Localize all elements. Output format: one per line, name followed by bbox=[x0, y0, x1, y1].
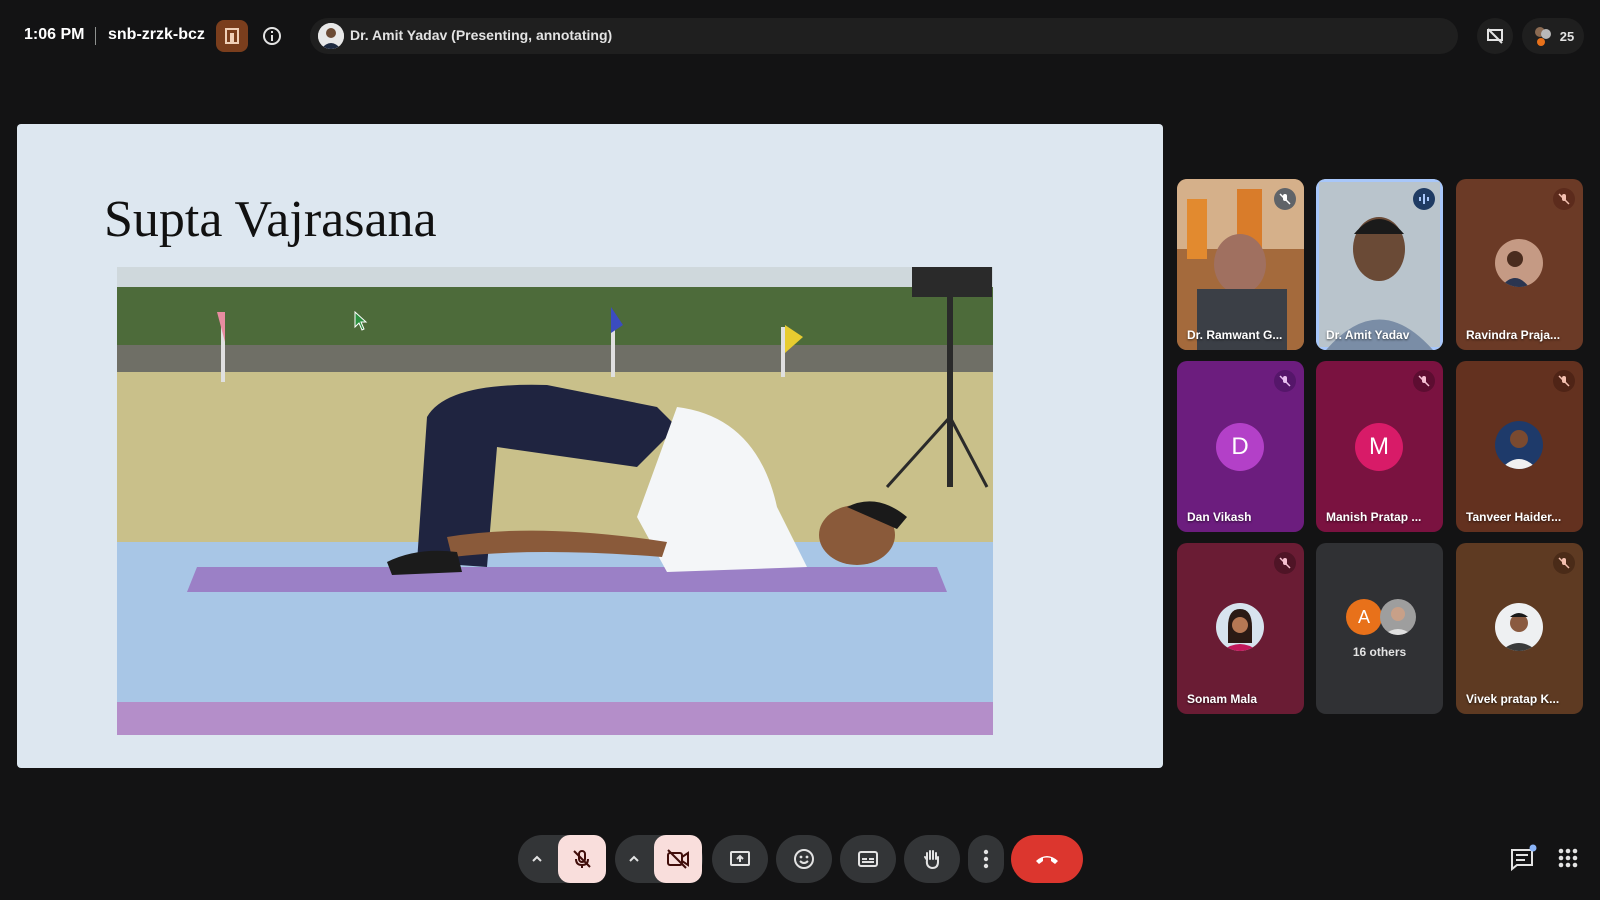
participant-tile[interactable]: D Dan Vikash bbox=[1177, 361, 1304, 532]
presenter-status-text: Dr. Amit Yadav (Presenting, annotating) bbox=[350, 27, 613, 43]
participant-tile[interactable]: Tanveer Haider... bbox=[1456, 361, 1583, 532]
participant-name: Manish Pratap ... bbox=[1326, 510, 1422, 524]
presentation-off-icon bbox=[1487, 28, 1503, 44]
people-avatars-icon bbox=[1534, 27, 1551, 46]
people-button[interactable]: 25 bbox=[1522, 18, 1584, 54]
meeting-info-icon[interactable] bbox=[262, 26, 282, 46]
mic-off-indicator bbox=[1413, 370, 1435, 392]
chat-button[interactable] bbox=[1502, 838, 1542, 878]
participant-tile-active-speaker[interactable]: Dr. Amit Yadav bbox=[1316, 179, 1443, 350]
others-photo-avatar bbox=[1380, 599, 1416, 635]
mic-off-indicator bbox=[1274, 370, 1296, 392]
captions-button[interactable] bbox=[840, 835, 896, 883]
apps-grid-icon bbox=[1558, 848, 1578, 868]
presentation-button[interactable] bbox=[1477, 18, 1513, 54]
participant-name: Dr. Ramwant G... bbox=[1187, 328, 1283, 342]
raise-hand-button[interactable] bbox=[904, 835, 960, 883]
mic-off-icon bbox=[1279, 193, 1291, 205]
mic-off-icon bbox=[1418, 375, 1430, 387]
mic-off-icon bbox=[573, 850, 591, 868]
mic-off-indicator bbox=[1553, 552, 1575, 574]
participant-count: 25 bbox=[1559, 28, 1575, 44]
clock: 1:06 PM bbox=[24, 26, 85, 43]
top-bar: 1:06 PM snb-zrzk-bcz Dr. Amit Yadav (Pre… bbox=[0, 0, 1600, 70]
presentation-slide: Supta Vajrasana bbox=[17, 124, 1163, 768]
participant-name: Tanveer Haider... bbox=[1466, 510, 1562, 524]
control-bar bbox=[0, 820, 1600, 900]
present-screen-button[interactable] bbox=[712, 835, 768, 883]
annotation-cursor-icon bbox=[354, 311, 368, 331]
leave-call-button[interactable] bbox=[1011, 835, 1083, 883]
participant-name: Ravindra Praja... bbox=[1466, 328, 1561, 342]
participant-tile[interactable]: Dr. Ramwant G... bbox=[1177, 179, 1304, 350]
participant-avatar bbox=[1495, 421, 1543, 469]
chat-icon bbox=[1511, 844, 1537, 872]
participant-tile[interactable]: Sonam Mala bbox=[1177, 543, 1304, 714]
participant-initial-avatar: M bbox=[1355, 423, 1403, 471]
participant-name: Sonam Mala bbox=[1187, 692, 1258, 706]
participant-tile[interactable]: M Manish Pratap ... bbox=[1316, 361, 1443, 532]
participant-tile[interactable]: Vivek pratap K... bbox=[1456, 543, 1583, 714]
others-initial-avatar: A bbox=[1346, 599, 1382, 635]
speaking-indicator bbox=[1413, 188, 1435, 210]
activities-button[interactable] bbox=[1548, 838, 1588, 878]
mic-off-icon bbox=[1558, 375, 1570, 387]
camera-toggle-button[interactable] bbox=[654, 835, 702, 883]
participant-avatar bbox=[1495, 603, 1543, 651]
participant-avatar bbox=[1216, 603, 1264, 651]
emoji-icon bbox=[794, 849, 814, 869]
microphone-toggle-button[interactable] bbox=[558, 835, 606, 883]
mic-off-indicator bbox=[1274, 552, 1296, 574]
mic-off-icon bbox=[1558, 557, 1570, 569]
reactions-button[interactable] bbox=[776, 835, 832, 883]
yoga-pose-photo bbox=[117, 267, 993, 735]
mic-off-icon bbox=[1279, 557, 1291, 569]
host-controls-icon bbox=[225, 28, 239, 44]
presenter-avatar bbox=[318, 23, 344, 49]
mic-off-indicator bbox=[1553, 188, 1575, 210]
end-call-icon bbox=[1036, 856, 1058, 864]
others-count-label: 16 others bbox=[1352, 645, 1407, 659]
mic-off-icon bbox=[1279, 375, 1291, 387]
camera-off-icon bbox=[667, 849, 689, 869]
presenter-banner[interactable]: Dr. Amit Yadav (Presenting, annotating) bbox=[310, 18, 1458, 54]
mic-off-indicator bbox=[1274, 188, 1296, 210]
mic-off-icon bbox=[1558, 193, 1570, 205]
participant-initial-avatar: D bbox=[1216, 423, 1264, 471]
meeting-code: snb-zrzk-bcz bbox=[108, 26, 205, 43]
host-controls-button[interactable] bbox=[216, 20, 248, 52]
raise-hand-icon bbox=[924, 850, 939, 870]
participant-name: Vivek pratap K... bbox=[1466, 692, 1560, 706]
mic-off-indicator bbox=[1553, 370, 1575, 392]
present-screen-icon bbox=[730, 851, 750, 866]
slide-title: Supta Vajrasana bbox=[104, 191, 437, 248]
captions-icon bbox=[858, 851, 878, 867]
divider bbox=[95, 27, 96, 45]
participant-name: Dr. Amit Yadav bbox=[1326, 328, 1410, 342]
more-options-button[interactable] bbox=[968, 835, 1004, 883]
more-vert-icon bbox=[983, 849, 989, 869]
audio-options-chevron-icon[interactable] bbox=[530, 852, 544, 866]
others-tile[interactable]: A 16 others bbox=[1316, 543, 1443, 714]
participant-avatar bbox=[1495, 239, 1543, 287]
audio-bars-icon bbox=[1419, 194, 1429, 204]
video-options-chevron-icon[interactable] bbox=[627, 852, 641, 866]
participant-name: Dan Vikash bbox=[1187, 510, 1252, 524]
participant-tile[interactable]: Ravindra Praja... bbox=[1456, 179, 1583, 350]
